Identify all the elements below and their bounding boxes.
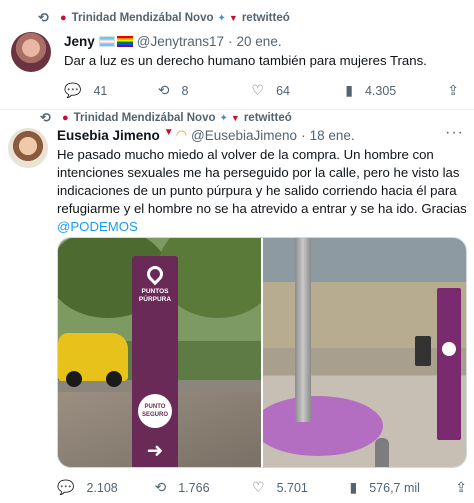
reply-button[interactable]: 💬 41: [64, 82, 158, 99]
name-badges: ▼ ◠: [164, 127, 187, 143]
retweet-icon: ⟲: [154, 479, 167, 495]
retweet-button[interactable]: ⟲ 8: [158, 82, 252, 99]
avatar[interactable]: [8, 128, 48, 168]
tweet-header: Eusebia Jimeno ▼ ◠ @EusebiaJimeno · 18 e…: [57, 127, 355, 143]
tweet-header: Jeny @Jenytrans17 · 20 ene.: [64, 34, 282, 49]
tweet-date[interactable]: 18 ene.: [310, 128, 355, 143]
retweet-suffix: retwitteó: [241, 12, 290, 24]
trans-flag-icon: [98, 36, 115, 47]
purple-point-post: [437, 288, 461, 440]
tweet-body: He pasado mucho miedo al volver de la co…: [57, 147, 467, 216]
bollard: [375, 438, 389, 467]
pole: [295, 238, 311, 422]
share-icon: ⇪: [447, 82, 459, 98]
reply-button[interactable]: 💬 2.108: [57, 479, 155, 496]
name-badges: [98, 36, 133, 47]
taxi: [58, 333, 128, 387]
tweet-media[interactable]: PUNTOS PÚRPURA PUNTO SEGURO ➜: [57, 237, 467, 468]
retweet-icon: ⟲: [40, 110, 51, 125]
rose-icon: ●: [60, 12, 67, 24]
views-button[interactable]: ▮ 4.305: [345, 82, 439, 99]
retweet-icon: ⟲: [38, 10, 49, 25]
post-label: PUNTOS PÚRPURA: [138, 288, 172, 303]
retweet-context[interactable]: ⟲ ● Trinidad Mendizábal Novo ✦ ▼ retwitt…: [40, 110, 292, 126]
purple-point-post: PUNTOS PÚRPURA PUNTO SEGURO ➜: [132, 256, 178, 467]
tweet-jeny[interactable]: ⟲ ● Trinidad Mendizábal Novo ✦ ▼ retwitt…: [0, 0, 474, 110]
views-button[interactable]: ▮ 576,7 mil: [350, 479, 448, 496]
retweet-suffix: retwitteó: [243, 112, 292, 124]
tweet-date[interactable]: 20 ene.: [237, 34, 282, 49]
more-icon[interactable]: ···: [445, 124, 464, 142]
separator: ·: [228, 34, 233, 49]
view-count: 4.305: [364, 83, 397, 98]
author-handle[interactable]: @Jenytrans17: [137, 34, 224, 49]
reply-count: 41: [93, 83, 108, 98]
retweet-count: 1.766: [178, 480, 210, 495]
purple-circle: [263, 396, 383, 456]
photo-right[interactable]: [263, 238, 466, 467]
view-count: 576,7 mil: [369, 480, 420, 495]
arrow-right-icon: ➜: [146, 440, 164, 462]
photo-left[interactable]: PUNTOS PÚRPURA PUNTO SEGURO ➜: [58, 238, 261, 467]
like-count: 5.701: [276, 480, 308, 495]
rainbow-icon: ◠: [175, 127, 188, 142]
rose-icon: ●: [62, 112, 69, 124]
share-button[interactable]: ⇪: [447, 479, 467, 496]
bar-chart-icon: ▮: [345, 82, 353, 98]
pride-flag-icon: [116, 36, 133, 47]
author-name[interactable]: Jeny: [64, 34, 95, 49]
like-count: 64: [276, 83, 290, 98]
tweet-eusebia[interactable]: ⟲ ● Trinidad Mendizábal Novo ✦ ▼ retwitt…: [0, 110, 474, 503]
triangle-icon: ▼: [228, 13, 238, 23]
reply-icon: 💬: [64, 82, 82, 98]
heart-icon: ♡: [252, 479, 265, 495]
triangle-icon: ▼: [230, 113, 240, 123]
reply-icon: 💬: [57, 479, 75, 495]
tweet-actions: 💬 41 ⟲ 8 ♡ 64 ▮ 4.305 ⇪: [64, 82, 459, 99]
emoji-icon: ✦: [219, 112, 228, 124]
avatar[interactable]: [11, 32, 51, 72]
retweet-context[interactable]: ⟲ ● Trinidad Mendizábal Novo ✦ ▼ retwitt…: [38, 10, 290, 26]
tweet-text: Dar a luz es un derecho humano también p…: [64, 53, 427, 68]
emoji-icon: ✦: [217, 12, 226, 24]
author-handle[interactable]: @EusebiaJimeno: [191, 128, 297, 143]
building: [263, 238, 466, 348]
triangle-icon: ▼: [163, 127, 174, 138]
retweet-icon: ⟲: [157, 82, 170, 98]
tweet-text: He pasado mucho miedo al volver de la co…: [57, 146, 467, 236]
separator: ·: [301, 127, 306, 143]
share-button[interactable]: ⇪: [439, 82, 459, 99]
bar-chart-icon: ▮: [349, 479, 358, 495]
like-button[interactable]: ♡ 64: [252, 82, 346, 99]
tweet-actions: 💬 2.108 ⟲ 1.766 ♡ 5.701 ▮ 576,7 mil ⇪: [57, 479, 467, 496]
mention-link[interactable]: @PODEMOS: [57, 219, 138, 234]
author-name[interactable]: Eusebia Jimeno: [57, 128, 160, 143]
heart-icon: ♡: [251, 82, 265, 98]
location-pin-icon: [143, 262, 167, 286]
safe-point-sign: PUNTO SEGURO: [138, 394, 172, 428]
retweeter-name[interactable]: Trinidad Mendizábal Novo: [74, 112, 216, 124]
reply-count: 2.108: [86, 480, 118, 495]
share-icon: ⇪: [455, 479, 467, 495]
retweeter-name[interactable]: Trinidad Mendizábal Novo: [72, 12, 214, 24]
trash-bin: [415, 336, 431, 366]
like-button[interactable]: ♡ 5.701: [252, 479, 350, 496]
retweet-button[interactable]: ⟲ 1.766: [155, 479, 253, 496]
retweet-count: 8: [181, 83, 189, 98]
